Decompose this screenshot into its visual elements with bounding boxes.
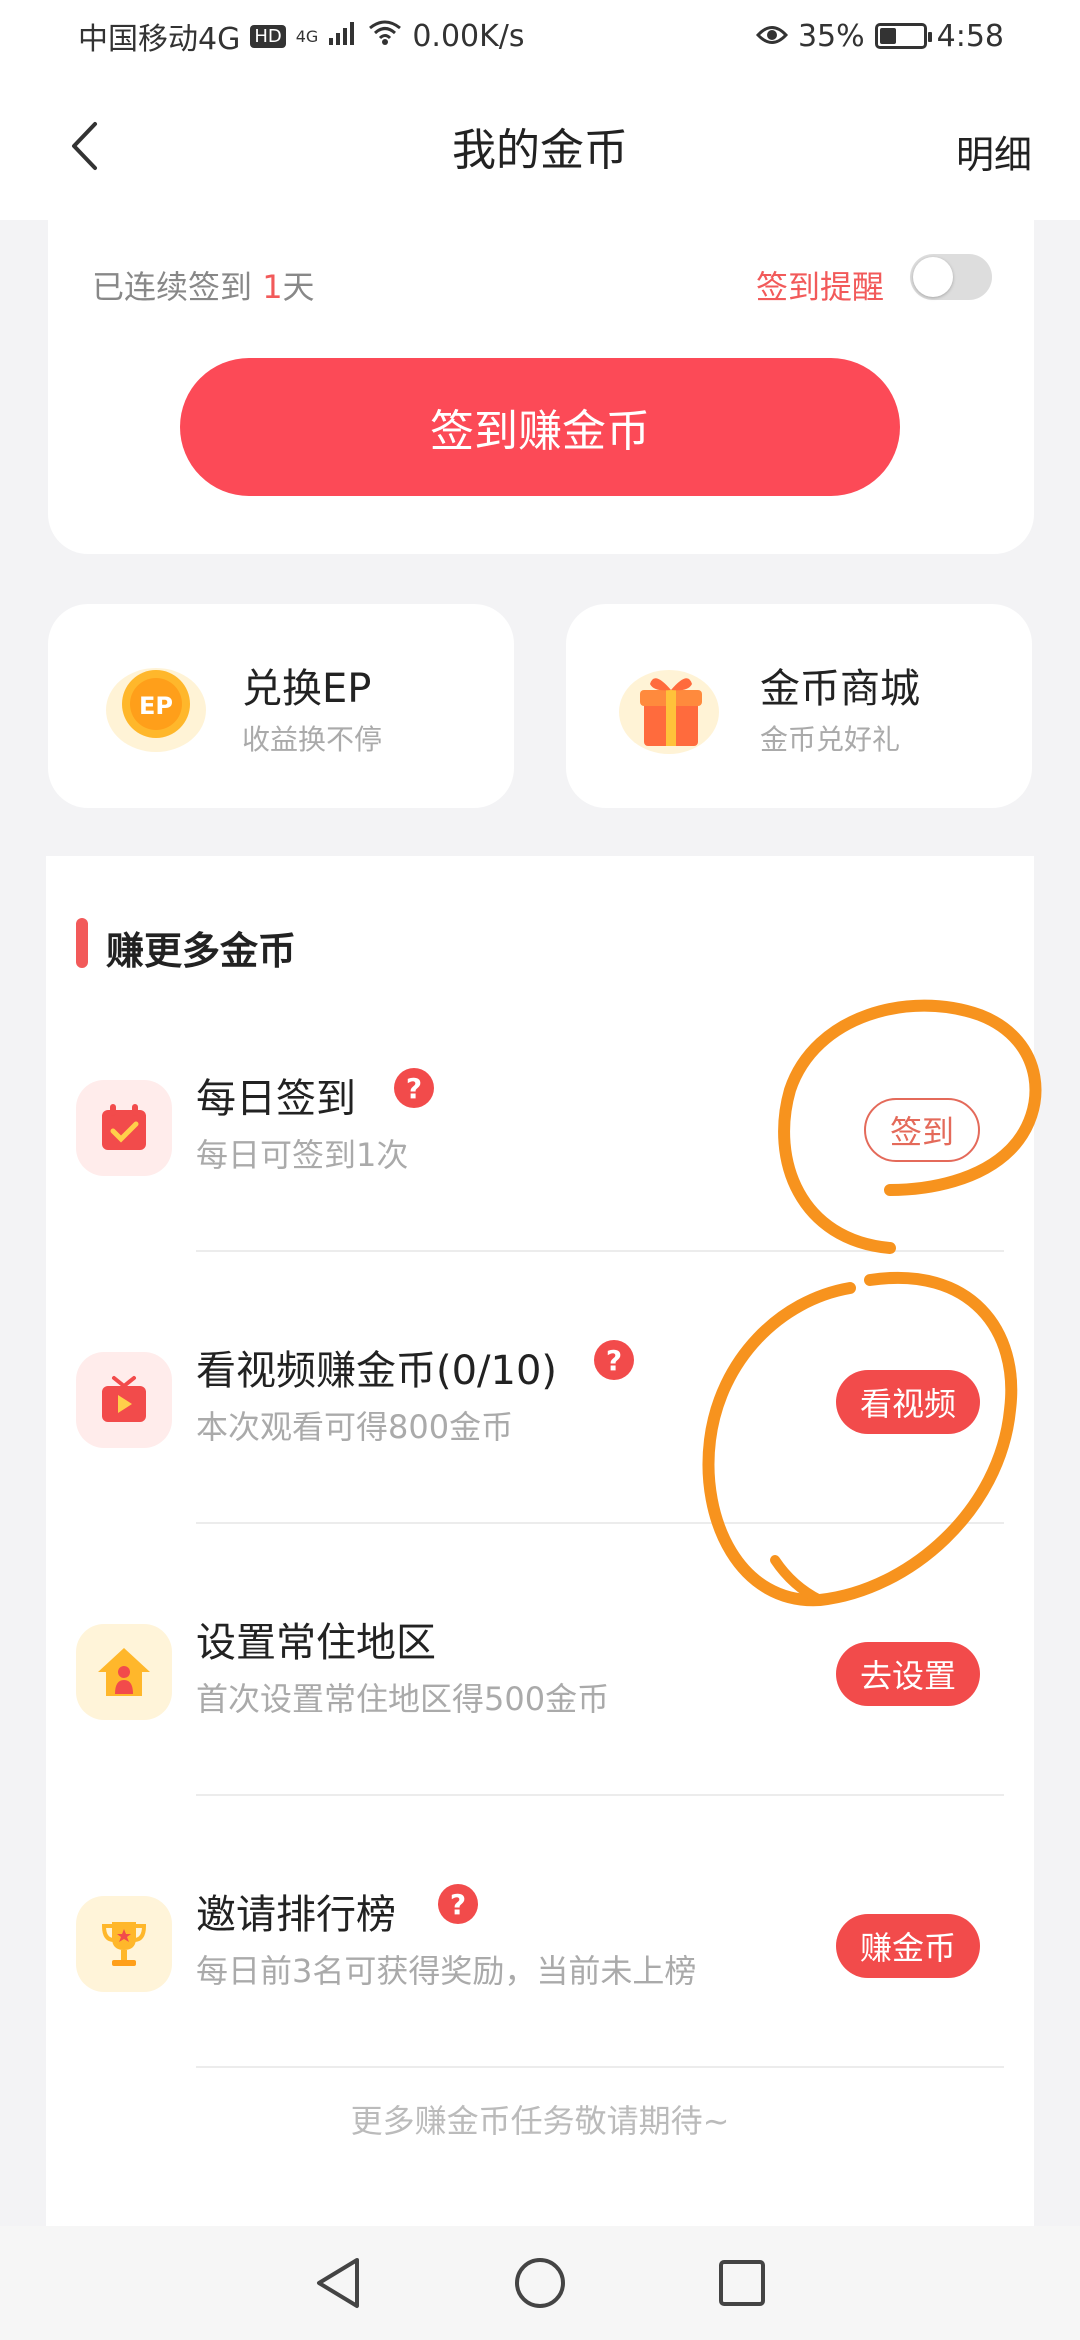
network-type: 4G [295,26,319,46]
page-title: 我的金币 [452,125,628,176]
reminder-label: 签到提醒 [755,268,884,306]
eye-comfort-icon [755,20,788,53]
svg-text:EP: EP [139,692,173,720]
streak-prefix: 已连续签到 [92,268,263,306]
task-set-region: 设置常住地区 首次设置常住地区得500金币 去设置 [46,1524,1034,1796]
footer-note: 更多赚金币任务敬请期待~ [350,2102,730,2140]
streak-suffix: 天 [282,268,315,306]
ep-coin-icon: EP [96,652,206,762]
streak-days: 1 [262,268,283,306]
help-icon[interactable]: ? [438,1884,478,1924]
network-speed: 0.00K/s [412,18,525,54]
task-desc: 本次观看可得800金币 [196,1408,514,1446]
wifi-icon [368,18,402,54]
task-desc: 首次设置常住地区得500金币 [196,1680,610,1718]
shortcut-subtitle: 金币兑好礼 [760,723,901,756]
earn-more-card: 赚更多金币 每日签到 ? 每日可签到1次 签到 看视频赚金币(0/10) ? 本… [46,856,1034,2226]
help-icon[interactable]: ? [594,1340,634,1380]
status-left: 中国移动4G HD 4G 0.00K/s [78,14,525,58]
task-name: 每日签到 [196,1076,356,1122]
trophy-icon [76,1896,172,1992]
status-bar: 中国移动4G HD 4G 0.00K/s 35% 4:58 [0,0,1080,72]
go-set-button[interactable]: 去设置 [835,1642,980,1706]
reminder-toggle[interactable] [910,254,992,300]
checkin-earn-button[interactable]: 签到赚金币 [180,358,900,496]
task-desc: 每日前3名可获得奖励，当前未上榜 [196,1952,697,1990]
clock: 4:58 [936,18,1004,54]
section-title: 赚更多金币 [106,929,297,973]
task-name: 看视频赚金币(0/10) [196,1348,558,1394]
status-right: 35% 4:58 [755,18,1004,54]
back-button[interactable] [54,116,114,176]
help-icon[interactable]: ? [394,1068,434,1108]
task-name: 邀请排行榜 [196,1892,396,1938]
shortcut-subtitle: 收益换不停 [242,723,383,756]
calendar-check-icon [76,1080,172,1176]
shortcut-exchange-ep[interactable]: EP 兑换EP 收益换不停 [48,604,514,808]
signal-icon [328,19,358,54]
home-person-icon [76,1624,172,1720]
detail-link[interactable]: 明细 [956,124,1032,179]
shortcut-coin-mall[interactable]: 金币商城 金币兑好礼 [566,604,1032,808]
section-accent-bar [76,918,88,968]
carrier-label: 中国移动4G [78,22,241,57]
earn-coins-button[interactable]: 赚金币 [835,1914,980,1978]
nav-bar: 我的金币 明细 [0,72,1080,220]
task-daily-checkin: 每日签到 ? 每日可签到1次 签到 [46,980,1034,1252]
battery-icon [874,23,932,49]
task-invite-leaderboard: 邀请排行榜 ? 每日前3名可获得奖励，当前未上榜 赚金币 [46,1796,1034,2068]
shortcut-title: 兑换EP [242,666,372,712]
nav-home-circle-icon[interactable] [513,2256,567,2310]
checkin-card: 已连续签到 1天 签到提醒 签到赚金币 [48,220,1034,554]
task-desc: 每日可签到1次 [196,1136,409,1174]
hd-badge: HD [250,24,286,48]
nav-back-triangle-icon[interactable] [313,2256,363,2310]
nav-recents-square-icon[interactable] [717,2258,767,2308]
system-nav-bar [0,2226,1080,2340]
shortcut-title: 金币商城 [760,666,920,712]
watch-video-button[interactable]: 看视频 [835,1370,980,1434]
gift-box-icon [614,652,724,762]
chevron-left-icon [72,122,97,170]
task-name: 设置常住地区 [196,1620,436,1666]
tv-play-icon [76,1352,172,1448]
toggle-knob [913,257,953,297]
divider [196,2066,1004,2068]
streak-text: 已连续签到 1天 [92,262,315,308]
checkin-button[interactable]: 签到 [863,1098,980,1162]
task-watch-video: 看视频赚金币(0/10) ? 本次观看可得800金币 看视频 [46,1252,1034,1524]
battery-percent: 35% [797,18,865,54]
